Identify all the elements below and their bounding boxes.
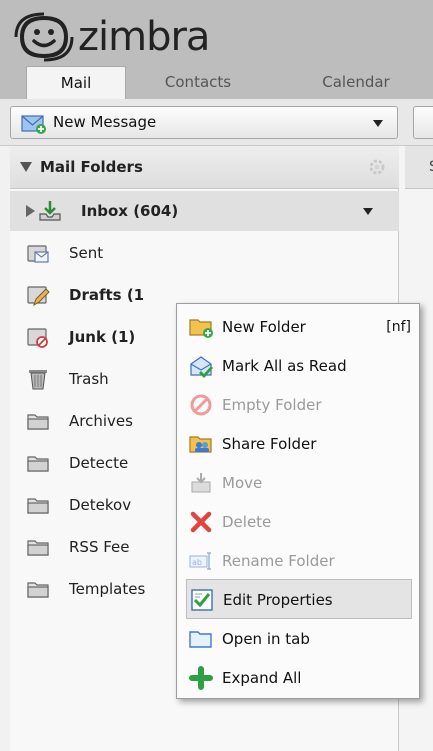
menu-item-open-in-tab[interactable]: Open in tab — [177, 619, 419, 659]
zimbra-logo[interactable]: zimbra — [14, 12, 274, 62]
menu-item-delete[interactable]: Delete — [177, 502, 419, 542]
folder-inbox[interactable]: Inbox (604) — [10, 191, 399, 231]
menu-item-label: Delete — [222, 513, 272, 531]
tab-calendar[interactable]: Calendar — [298, 66, 414, 99]
gear-icon[interactable] — [367, 157, 387, 177]
svg-text:ab: ab — [192, 558, 202, 567]
tab-contacts-label: Contacts — [164, 73, 232, 91]
folder-label: Detecte — [69, 454, 129, 472]
chevron-down-icon[interactable] — [373, 120, 383, 127]
folder-icon — [27, 582, 49, 598]
mail-folders-header[interactable]: Mail Folders — [10, 146, 399, 189]
app-header: zimbra Mail Contacts Calendar — [0, 0, 433, 99]
menu-item-label: Move — [222, 474, 263, 492]
new-folder-icon — [189, 319, 213, 338]
tab-mail-label: Mail — [60, 74, 92, 92]
empty-folder-icon — [190, 394, 212, 416]
menu-item-label: Share Folder — [222, 435, 317, 453]
folder-label: Detekov — [69, 496, 132, 514]
edit-properties-icon — [191, 589, 213, 611]
move-icon — [191, 473, 211, 493]
app-tabs: Mail Contacts Calendar — [0, 66, 433, 99]
tab-contacts[interactable]: Contacts — [140, 66, 256, 99]
menu-item-label: Mark All as Read — [222, 357, 347, 375]
folder-label: Drafts (1 — [69, 286, 145, 304]
mail-toolbar: New Message — [0, 99, 433, 146]
menu-item-empty-folder[interactable]: Empty Folder — [177, 385, 419, 425]
menu-item-label: Empty Folder — [222, 396, 322, 414]
new-message-label: New Message — [53, 113, 157, 131]
open-tab-icon — [189, 631, 212, 648]
mark-read-icon — [190, 356, 213, 378]
folder-label: RSS Fee — [69, 538, 130, 556]
folder-label: Junk (1) — [69, 328, 136, 346]
zimbra-logo-icon — [14, 12, 74, 62]
trash-icon — [29, 370, 47, 390]
new-message-button[interactable]: New Message — [10, 106, 398, 139]
menu-item-edit-properties[interactable]: Edit Properties — [186, 579, 412, 619]
menu-item-label: Expand All — [222, 669, 302, 687]
logo-text: zimbra — [78, 14, 210, 60]
tab-calendar-label: Calendar — [322, 73, 390, 91]
mail-folders-title: Mail Folders — [40, 158, 143, 176]
expand-arrow-icon[interactable] — [26, 205, 35, 217]
shortcut-label: [nf] — [386, 319, 411, 335]
folder-label: Templates — [69, 580, 146, 598]
rename-icon: ab — [189, 552, 211, 570]
chevron-down-icon[interactable] — [363, 208, 373, 215]
junk-icon — [27, 328, 48, 348]
toolbar-button-partial[interactable] — [413, 106, 433, 139]
delete-icon — [190, 511, 212, 533]
tab-mail[interactable]: Mail — [26, 66, 126, 99]
new-message-icon — [21, 115, 46, 134]
message-list-header-label: S — [429, 146, 433, 189]
collapse-arrow-icon[interactable] — [20, 162, 32, 172]
menu-item-label: Edit Properties — [223, 591, 333, 609]
folder-icon — [27, 540, 49, 556]
menu-item-label: New Folder — [222, 318, 306, 336]
folder-sent[interactable]: Sent — [10, 233, 399, 273]
menu-item-rename-folder[interactable]: ab Rename Folder — [177, 541, 419, 581]
drafts-icon — [27, 286, 50, 307]
share-folder-icon — [189, 436, 212, 453]
menu-item-new-folder[interactable]: New Folder [nf] — [177, 307, 419, 347]
menu-item-move[interactable]: Move — [177, 463, 419, 503]
menu-item-expand-all[interactable]: Expand All — [177, 658, 419, 698]
folder-icon — [27, 414, 49, 430]
folder-icon — [27, 498, 49, 514]
menu-item-label: Rename Folder — [222, 552, 335, 570]
sent-icon — [27, 245, 49, 263]
folder-context-menu: New Folder [nf] Mark All as Read Empty F… — [176, 303, 420, 699]
folder-label: Trash — [69, 370, 109, 388]
inbox-icon — [39, 201, 61, 221]
folder-icon — [27, 456, 49, 472]
folder-label: Archives — [69, 412, 133, 430]
folder-label: Inbox (604) — [81, 202, 179, 220]
menu-item-mark-all-read[interactable]: Mark All as Read — [177, 346, 419, 386]
folder-label: Sent — [69, 244, 104, 262]
expand-all-icon — [189, 666, 213, 690]
menu-item-share-folder[interactable]: Share Folder — [177, 424, 419, 464]
menu-item-label: Open in tab — [222, 630, 310, 648]
